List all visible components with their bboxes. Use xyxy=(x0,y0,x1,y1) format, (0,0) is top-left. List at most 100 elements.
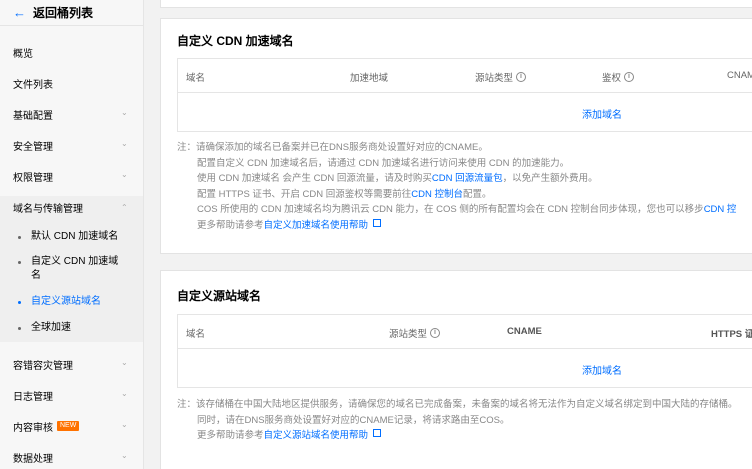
sidebar-subitem-custom-cdn[interactable]: 自定义 CDN 加速域名 xyxy=(0,255,130,283)
sidebar-subitem-label: 默认 CDN 加速域名 xyxy=(31,231,119,242)
sidebar-subitem-label: 全球加速 xyxy=(31,322,71,333)
external-link-icon xyxy=(373,429,382,437)
note-text: 同时，请在DNS服务商处设置好对应的CNAME记录，将请求路由至COS。 xyxy=(197,414,510,426)
section-title: 自定义源站域名 xyxy=(177,289,262,303)
chevron-down-icon: ⌄ xyxy=(121,108,128,117)
column-header: 加速地域 xyxy=(350,73,389,84)
note-line: 配置自定义 CDN 加速域名后，请通过 CDN 加速域名进行访问来使用 CDN … xyxy=(177,156,736,172)
column-header-label: 源站类型 xyxy=(389,329,428,340)
cdn-domain-card: 自定义 CDN 加速域名 域名 加速地域 源站类型i 鉴权i CNAME 添加域… xyxy=(160,18,752,254)
sidebar: ← 返回桶列表 概览 文件列表 基础配置 ⌄ 安全管理 ⌄ 权限管理 ⌄ 域名与传输管… xyxy=(0,0,144,469)
origin-domain-card: 自定义源站域名 域名 源站类型 i CNAME HTTPS 证 添加域名 注： 该存… xyxy=(160,270,752,469)
note-text: 配置 HTTPS 证书、开启 CDN 回源鉴权等需要前往 xyxy=(197,188,412,200)
note-text: ，以免产生额外费用。 xyxy=(502,173,598,184)
chevron-down-icon: ⌄ xyxy=(121,358,128,367)
note-text: COS 所使用的 CDN 加速域名均为腾讯云 CDN 能力，在 COS 侧的所有… xyxy=(197,204,704,215)
sidebar-item-overview[interactable]: 概览 xyxy=(0,42,143,62)
sidebar-subitem-label: 自定义源站域名 xyxy=(31,296,101,307)
chevron-down-icon: ⌄ xyxy=(121,170,128,179)
external-link-icon xyxy=(373,218,382,227)
chevron-down-icon: ⌄ xyxy=(121,451,128,460)
note-line: 注： 该存储桶在中国大陆地区提供服务，请确保您的域名已完成备案，未备案的域名将无法… xyxy=(177,397,738,413)
note-text: 该存储桶在中国大陆地区提供服务，请确保您的域名已完成备案，未备案的域名将无法作为… xyxy=(196,399,738,410)
cdn-domain-table: 域名 加速地域 源站类型i 鉴权i CNAME 添加域名 xyxy=(177,58,752,132)
sidebar-item-label: 权限管理 xyxy=(13,172,53,184)
add-domain-link[interactable]: 添加域名 xyxy=(582,106,622,121)
note-line: 注： 请确保添加的域名已备案并已在DNS服务商处设置好对应的CNAME。 xyxy=(177,140,736,156)
sidebar-item-label: 安全管理 xyxy=(13,141,53,153)
origin-help-link[interactable]: 自定义源站域名使用帮助 xyxy=(264,428,369,444)
note-prefix: 注： xyxy=(177,142,197,153)
sidebar-subitem-label: 自定义 CDN 加速域名 xyxy=(31,256,119,281)
cdn-notes: 注： 请确保添加的域名已备案并已在DNS服务商处设置好对应的CNAME。 配置自定… xyxy=(177,140,736,233)
sidebar-item-label: 容错容灾管理 xyxy=(13,360,73,372)
sidebar-item-content-review[interactable]: 内容审核 NEW ⌄ xyxy=(0,416,143,436)
sidebar-item-permission[interactable]: 权限管理 ⌄ xyxy=(0,166,143,186)
table-body: 添加域名 xyxy=(178,93,752,131)
sidebar-subitem-global-accel[interactable]: 全球加速 xyxy=(0,321,143,335)
cdn-console-link-2[interactable]: CDN 控 xyxy=(704,202,737,218)
bullet-icon xyxy=(18,236,21,239)
previous-card-bottom xyxy=(160,0,752,8)
bullet-icon xyxy=(18,301,21,304)
origin-domain-table: 域名 源站类型 i CNAME HTTPS 证 添加域名 xyxy=(177,314,752,388)
note-line: 配置 HTTPS 证书、开启 CDN 回源鉴权等需要前往 CDN 控制台 配置。 xyxy=(177,187,736,203)
sidebar-item-security[interactable]: 安全管理 ⌄ xyxy=(0,135,143,155)
origin-notes: 注： 该存储桶在中国大陆地区提供服务，请确保您的域名已完成备案，未备案的域名将无法… xyxy=(177,397,738,444)
note-line: 同时，请在DNS服务商处设置好对应的CNAME记录，将请求路由至COS。 xyxy=(177,413,738,429)
note-text: 配置。 xyxy=(463,188,492,200)
section-title: 自定义 CDN 加速域名 xyxy=(177,34,294,48)
sidebar-item-basic-config[interactable]: 基础配置 ⌄ xyxy=(0,104,143,124)
sidebar-item-data-processing[interactable]: 数据处理 ⌄ xyxy=(0,447,143,467)
column-header: CNAME xyxy=(727,70,752,81)
sidebar-item-label: 内容审核 xyxy=(13,422,53,434)
note-text: 更多帮助请参考 xyxy=(197,219,264,231)
chevron-up-icon: ⌃ xyxy=(121,203,128,212)
note-text: 更多帮助请参考 xyxy=(197,430,264,441)
sidebar-item-label: 域名与传输管理 xyxy=(13,203,83,215)
info-icon[interactable]: i xyxy=(430,328,441,338)
sidebar-item-domain-transfer[interactable]: 域名与传输管理 ⌃ xyxy=(0,197,143,217)
column-header-origin-type: 源站类型 i xyxy=(475,70,527,84)
note-line: 使用 CDN 加速域名 会产生 CDN 回源流量，请及时购买 CDN 回源流量包… xyxy=(177,171,736,187)
sidebar-item-file-list[interactable]: 文件列表 xyxy=(0,73,143,93)
table-header: 域名 源站类型 i CNAME HTTPS 证 xyxy=(178,315,752,349)
sidebar-subitem-custom-origin[interactable]: 自定义源站域名 xyxy=(0,295,143,309)
note-text: 使用 CDN 加速域名 会产生 CDN 回源流量，请及时购买 xyxy=(197,173,432,184)
note-text: 配置自定义 CDN 加速域名后，请通过 CDN 加速域名进行访问来使用 CDN … xyxy=(197,157,570,169)
note-text: 请确保添加的域名已备案并已在DNS服务商处设置好对应的CNAME。 xyxy=(196,142,488,153)
note-line: COS 所使用的 CDN 加速域名均为腾讯云 CDN 能力，在 COS 侧的所有… xyxy=(177,202,736,218)
column-header: HTTPS 证 xyxy=(711,329,752,340)
column-header-label: 源站类型 xyxy=(475,73,514,84)
bullet-icon xyxy=(18,327,21,330)
sidebar-subitem-default-cdn[interactable]: 默认 CDN 加速域名 xyxy=(0,230,143,244)
new-badge: NEW xyxy=(57,421,80,431)
back-to-bucket-list[interactable]: ← 返回桶列表 xyxy=(0,0,143,26)
sidebar-item-label: 基础配置 xyxy=(13,110,53,122)
sidebar-item-disaster[interactable]: 容错容灾管理 ⌄ xyxy=(0,354,143,374)
cdn-console-link[interactable]: CDN 控制台 xyxy=(411,187,463,203)
cdn-help-link[interactable]: 自定义加速域名使用帮助 xyxy=(264,218,369,234)
column-header-origin-type: 源站类型 i xyxy=(389,326,441,340)
table-body: 添加域名 xyxy=(178,349,752,387)
sidebar-item-logs[interactable]: 日志管理 ⌄ xyxy=(0,385,143,405)
sidebar-item-label: 概览 xyxy=(13,48,33,60)
column-header: CNAME xyxy=(507,326,542,337)
column-header: 域名 xyxy=(186,73,206,84)
note-line: 更多帮助请参考 自定义加速域名使用帮助 xyxy=(177,218,736,234)
column-header-auth: 鉴权 i xyxy=(602,70,635,84)
chevron-down-icon: ⌄ xyxy=(121,389,128,398)
chevron-down-icon: ⌄ xyxy=(121,420,128,429)
info-icon[interactable]: i xyxy=(624,72,635,82)
note-line: 更多帮助请参考 自定义源站域名使用帮助 xyxy=(177,428,738,444)
arrow-left-icon: ← xyxy=(13,5,26,20)
chevron-down-icon: ⌄ xyxy=(121,139,128,148)
add-domain-link[interactable]: 添加域名 xyxy=(582,362,622,377)
table-header: 域名 加速地域 源站类型i 鉴权i CNAME xyxy=(178,59,752,93)
back-label: 返回桶列表 xyxy=(33,6,94,20)
info-icon[interactable]: i xyxy=(516,72,527,82)
sidebar-item-label: 文件列表 xyxy=(13,79,53,91)
column-header-label: 鉴权 xyxy=(602,73,622,84)
note-prefix: 注： xyxy=(177,399,197,410)
cdn-traffic-package-link[interactable]: CDN 回源流量包 xyxy=(432,171,503,187)
